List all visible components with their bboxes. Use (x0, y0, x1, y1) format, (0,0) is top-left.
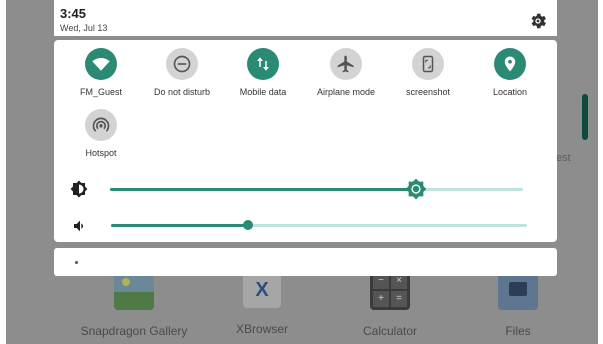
app-xbrowser[interactable]: X XBrowser (202, 270, 322, 336)
tile-location[interactable]: Location (465, 48, 555, 97)
app-calculator[interactable]: − × + = Calculator (330, 270, 450, 338)
brightness-fill (110, 188, 416, 191)
calc-key: + (373, 291, 389, 307)
screenshot-icon (422, 55, 434, 73)
tile-hotspot[interactable]: Hotspot (56, 109, 146, 158)
do-not-disturb-icon (173, 55, 191, 73)
tile-wifi[interactable]: FM_Guest (56, 48, 146, 97)
hotspot-tile-circle (85, 109, 117, 141)
volume-icon (74, 220, 83, 232)
app-label: Files (505, 324, 531, 338)
notification-dot (75, 261, 78, 264)
volume-fill (111, 224, 248, 227)
partial-app-label: est (556, 152, 571, 164)
tile-airplane-mode[interactable]: Airplane mode (301, 48, 391, 97)
quick-settings-panel: FM_Guest Do not disturb Mobile data Airp… (54, 40, 557, 242)
dnd-tile-circle (166, 48, 198, 80)
airplane-icon (337, 55, 354, 73)
airplane-tile-circle (330, 48, 362, 80)
app-files[interactable]: Files (458, 270, 578, 338)
brightness-icon (70, 180, 88, 198)
notification-card[interactable] (54, 248, 557, 276)
clock-time: 3:45 (60, 6, 87, 21)
location-icon (504, 56, 516, 72)
tile-label: Hotspot (85, 148, 117, 158)
gallery-icon (114, 270, 154, 310)
tile-label: screenshot (405, 87, 451, 97)
tile-screenshot[interactable]: screenshot (383, 48, 473, 97)
wifi-icon (92, 58, 110, 71)
files-icon (498, 270, 538, 310)
tile-mobile-data[interactable]: Mobile data (218, 48, 308, 97)
app-label: Calculator (362, 324, 418, 338)
tile-label: FM_Guest (79, 87, 122, 97)
app-label: XBrowser (235, 322, 288, 336)
volume-thumb[interactable] (243, 220, 253, 230)
tile-label: Location (492, 87, 528, 97)
wifi-tile-circle (85, 48, 117, 80)
mobile-data-tile-circle (247, 48, 279, 80)
settings-gear-icon[interactable] (528, 11, 548, 31)
brightness-thumb[interactable] (405, 178, 427, 200)
tile-label: Airplane mode (316, 87, 376, 97)
app-label: Snapdragon Gallery (80, 324, 188, 338)
status-header: 3:45 Wed, Jul 13 (54, 0, 557, 36)
tile-do-not-disturb[interactable]: Do not disturb (137, 48, 227, 97)
screenshot-tile-circle (412, 48, 444, 80)
tile-label: Mobile data (239, 87, 287, 97)
mobile-data-icon (257, 57, 269, 71)
hotspot-icon (92, 117, 110, 132)
app-snapdragon-gallery[interactable]: Snapdragon Gallery (74, 270, 194, 338)
calc-key: = (391, 291, 407, 307)
clock-date: Wed, Jul 13 (60, 23, 108, 33)
tile-label: Do not disturb (153, 87, 211, 97)
background-scrollbar (582, 94, 588, 140)
calculator-icon: − × + = (370, 270, 410, 310)
location-tile-circle (494, 48, 526, 80)
